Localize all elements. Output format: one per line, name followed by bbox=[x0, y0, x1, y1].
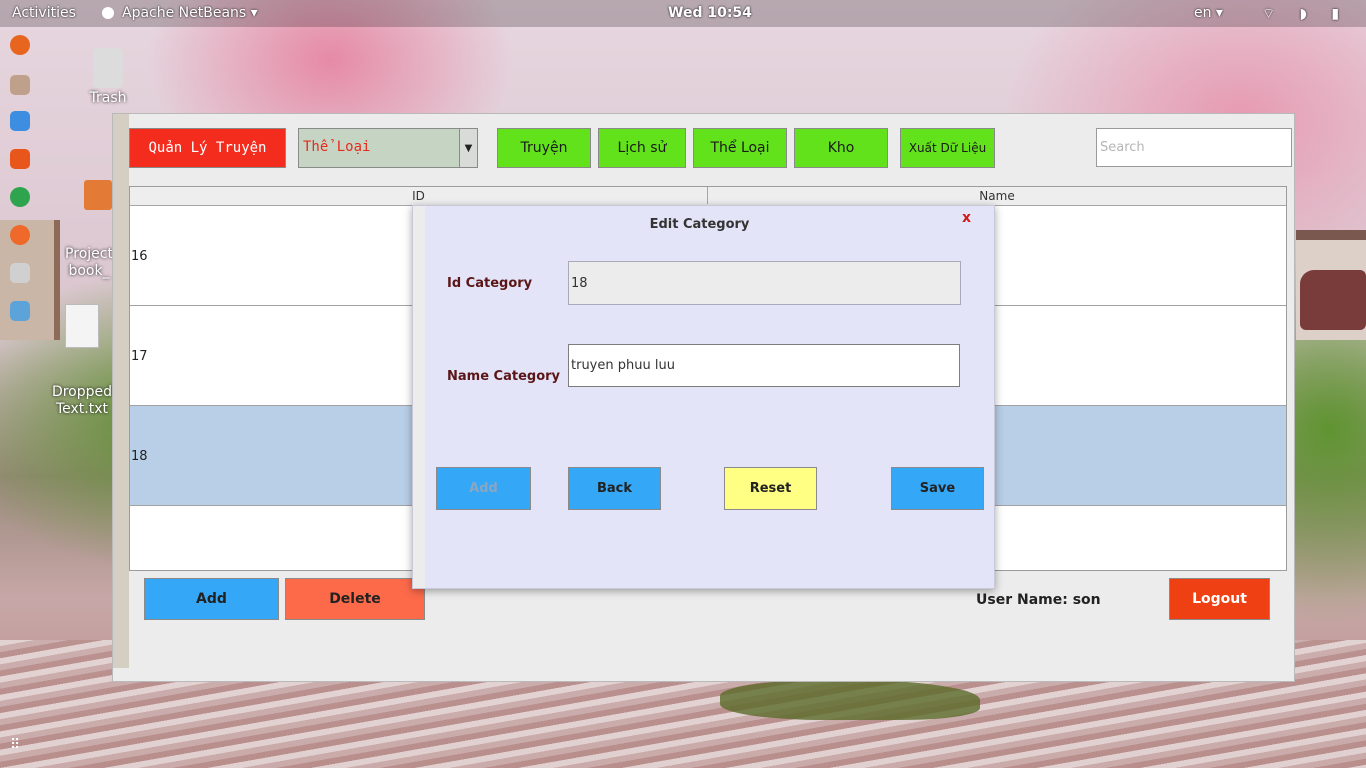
delete-button[interactable]: Delete bbox=[285, 578, 425, 620]
desktop-icon-trash[interactable]: Trash bbox=[76, 48, 140, 106]
dialog-side-strip bbox=[413, 206, 425, 588]
firefox-icon[interactable] bbox=[10, 35, 30, 55]
desktop-icon-label: Dropped Text.txt bbox=[51, 384, 113, 417]
files-icon[interactable] bbox=[10, 75, 30, 95]
cell-id: 18 bbox=[131, 449, 148, 464]
nav-manage-stories-button[interactable]: Quản Lý Truyện bbox=[129, 128, 286, 168]
software-center-icon[interactable] bbox=[10, 149, 30, 169]
search-placeholder: Search bbox=[1100, 140, 1145, 155]
folder-icon bbox=[84, 180, 112, 210]
activities-button[interactable]: Activities bbox=[12, 5, 76, 21]
column-header-id[interactable]: ID bbox=[130, 187, 708, 204]
close-icon[interactable]: x bbox=[962, 210, 971, 226]
id-category-value: 18 bbox=[571, 275, 588, 291]
system-status-icons[interactable]: ⌔ ◗ ▮ bbox=[1262, 5, 1349, 23]
background-rocks bbox=[720, 680, 980, 720]
id-category-field: 18 bbox=[568, 261, 961, 305]
cell-id: 16 bbox=[131, 249, 148, 264]
dock: ⠿ bbox=[0, 27, 40, 768]
document-icon[interactable] bbox=[10, 111, 30, 131]
netbeans-dock-icon[interactable] bbox=[10, 301, 30, 321]
add-button[interactable]: Add bbox=[144, 578, 279, 620]
netbeans-icon bbox=[102, 7, 114, 19]
language-selector[interactable]: en ▾ bbox=[1194, 5, 1223, 21]
user-name-label: User Name: son bbox=[976, 592, 1101, 608]
dialog-add-button[interactable]: Add bbox=[436, 467, 531, 510]
cell-id: 17 bbox=[131, 349, 148, 364]
desktop-icon-label: Trash bbox=[89, 90, 127, 106]
nav-category-button[interactable]: Thể Loại bbox=[693, 128, 787, 168]
column-header-name[interactable]: Name bbox=[708, 189, 1286, 203]
search-input[interactable]: Search bbox=[1096, 128, 1292, 167]
id-category-label: Id Category bbox=[447, 276, 533, 291]
name-category-label: Name Category bbox=[447, 369, 561, 384]
dialog-save-button[interactable]: Save bbox=[891, 467, 984, 510]
desktop-icon-dropped-text[interactable]: Dropped Text.txt bbox=[50, 270, 114, 435]
background-car bbox=[1300, 270, 1366, 330]
system-top-bar: Activities Apache NetBeans ▾ Wed 10:54 e… bbox=[0, 0, 1366, 27]
nav-stories-button[interactable]: Truyện bbox=[497, 128, 591, 168]
window-side-strip bbox=[113, 114, 129, 668]
combo-selected-value: Thể Loại bbox=[303, 139, 371, 155]
clock[interactable]: Wed 10:54 bbox=[668, 5, 752, 21]
dialog-back-button[interactable]: Back bbox=[568, 467, 661, 510]
chevron-down-icon[interactable]: ▼ bbox=[459, 129, 477, 167]
dialog-title: Edit Category bbox=[649, 217, 750, 232]
app-menu[interactable]: Apache NetBeans ▾ bbox=[122, 5, 258, 21]
dialog-reset-button[interactable]: Reset bbox=[724, 467, 817, 510]
camera-icon[interactable] bbox=[10, 263, 30, 283]
nav-history-button[interactable]: Lịch sử bbox=[598, 128, 686, 168]
text-file-icon bbox=[65, 304, 99, 348]
postman-icon[interactable] bbox=[10, 225, 30, 245]
logout-button[interactable]: Logout bbox=[1169, 578, 1270, 620]
category-combo[interactable]: Thể Loại ▼ bbox=[298, 128, 478, 168]
show-apps-icon[interactable]: ⠿ bbox=[10, 737, 30, 757]
table-header: ID Name bbox=[130, 187, 1286, 206]
chrome-icon[interactable] bbox=[10, 187, 30, 207]
name-category-input[interactable]: truyen phuu luu bbox=[568, 344, 960, 387]
nav-warehouse-button[interactable]: Kho bbox=[794, 128, 888, 168]
trash-icon bbox=[93, 48, 123, 88]
nav-export-button[interactable]: Xuất Dữ Liệu bbox=[900, 128, 995, 168]
name-category-value: truyen phuu luu bbox=[571, 358, 675, 373]
edit-category-dialog: Edit Category x Id Category 18 Name Cate… bbox=[412, 205, 995, 589]
